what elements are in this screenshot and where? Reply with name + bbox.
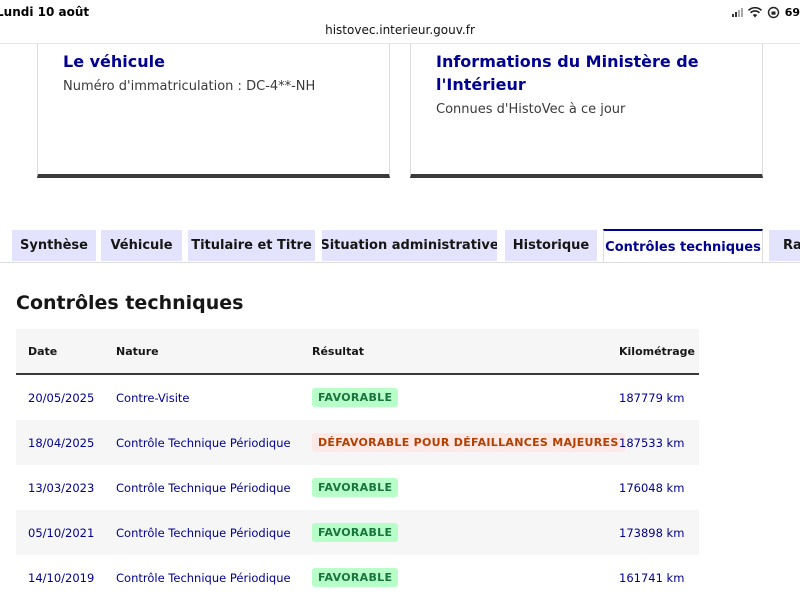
cell-date: 14/10/2019 <box>28 571 95 585</box>
table-row: 20/05/2025 Contre-Visite FAVORABLE 18777… <box>16 375 699 420</box>
cell-nature: Contrôle Technique Périodique <box>116 481 291 495</box>
table-header: Date Nature Résultat Kilométrage <box>16 329 699 375</box>
cell-kilometrage: 187779 km <box>619 391 685 405</box>
card-ministere: Informations du Ministère de l'Intérieur… <box>410 44 763 178</box>
cell-nature: Contrôle Technique Périodique <box>116 436 291 450</box>
registration-number: Numéro d'immatriculation : DC-4**-NH <box>63 79 316 94</box>
tab-synthese[interactable]: Synthèse <box>12 230 96 261</box>
card-ministere-title: Informations du Ministère de l'Intérieur <box>436 52 699 94</box>
cell-date: 13/03/2023 <box>28 481 95 495</box>
cell-date: 18/04/2025 <box>28 436 95 450</box>
controles-table: Date Nature Résultat Kilométrage 20/05/2… <box>16 329 699 600</box>
table-row: 05/10/2021 Contrôle Technique Périodique… <box>16 510 699 555</box>
card-ministere-subtitle: Connues d'HistoVec à ce jour <box>436 102 626 117</box>
cell-kilometrage: 161741 km <box>619 571 685 585</box>
header-nature: Nature <box>116 345 159 358</box>
signal-icon <box>731 7 743 17</box>
cell-date: 20/05/2025 <box>28 391 95 405</box>
battery-percentage: 69 <box>784 5 800 19</box>
card-vehicule-title: Le véhicule <box>63 52 165 71</box>
cell-nature: Contrôle Technique Périodique <box>116 571 291 585</box>
table-row: 13/03/2023 Contrôle Technique Périodique… <box>16 465 699 510</box>
cell-kilometrage: 173898 km <box>619 526 685 540</box>
status-icons: 69 <box>731 5 800 19</box>
result-badge: FAVORABLE <box>312 478 399 497</box>
header-kilometrage: Kilométrage <box>619 345 695 358</box>
url-bar[interactable]: histovec.interieur.gouv.fr <box>0 23 800 41</box>
cell-nature: Contre-Visite <box>116 391 190 405</box>
header-resultat: Résultat <box>312 345 365 358</box>
tab-titulaire-et-titre[interactable]: Titulaire et Titre <box>188 230 315 261</box>
status-date: Lundi 10 août <box>0 5 90 19</box>
card-vehicule: Le véhicule Numéro d'immatriculation : D… <box>37 44 390 178</box>
cell-kilometrage: 187533 km <box>619 436 685 450</box>
panel-title: Contrôles techniques <box>16 292 244 314</box>
header-date: Date <box>28 345 58 358</box>
cell-nature: Contrôle Technique Périodique <box>116 526 291 540</box>
controles-techniques-panel: Contrôles techniques Date Nature Résulta… <box>0 263 800 600</box>
cell-kilometrage: 176048 km <box>619 481 685 495</box>
table-row: 18/04/2025 Contrôle Technique Périodique… <box>16 420 699 465</box>
tab-historique[interactable]: Historique <box>505 230 597 261</box>
tab-rapport[interactable]: Rapport <box>769 230 800 261</box>
result-badge: FAVORABLE <box>312 388 399 407</box>
tab-controles-techniques[interactable]: Contrôles techniques <box>603 229 763 263</box>
tab-vehicule[interactable]: Véhicule <box>101 230 182 261</box>
status-bar: Lundi 10 août 69 <box>0 0 800 24</box>
wifi-icon <box>747 6 762 17</box>
result-badge: FAVORABLE <box>312 568 399 587</box>
table-row: 14/10/2019 Contrôle Technique Périodique… <box>16 555 699 600</box>
result-badge: FAVORABLE <box>312 523 399 542</box>
result-badge: DÉFAVORABLE POUR DÉFAILLANCES MAJEURES <box>312 433 625 452</box>
tab-situation-administrative[interactable]: Situation administrative <box>322 230 497 261</box>
cell-date: 05/10/2021 <box>28 526 95 540</box>
orientation-lock-icon <box>767 6 779 18</box>
tab-bar: Synthèse Véhicule Titulaire et Titre Sit… <box>0 229 800 263</box>
